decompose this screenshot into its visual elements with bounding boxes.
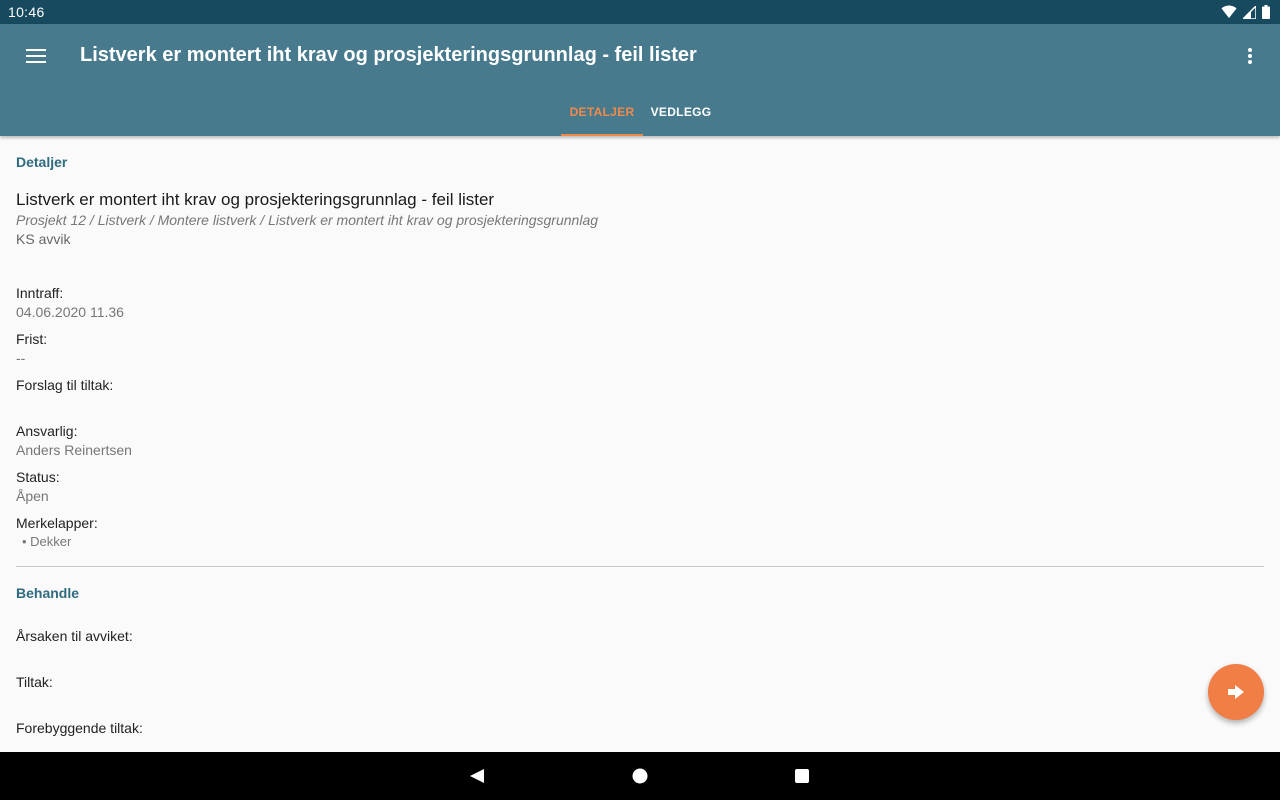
field-label-forslag: Forslag til tiltak: — [16, 377, 114, 393]
field-value-ansvarlig: Anders Reinertsen — [16, 442, 132, 458]
wifi-icon — [1221, 5, 1237, 18]
system-nav-bar — [0, 752, 1280, 800]
section-title-behandle: Behandle — [16, 585, 80, 601]
home-icon — [632, 768, 648, 784]
field-label-inntraff: Inntraff: — [16, 285, 64, 301]
field-value-inntraff: 04.06.2020 11.36 — [16, 304, 124, 320]
field-label-tiltak: Tiltak: — [16, 674, 53, 690]
nav-recents-button[interactable] — [790, 764, 814, 788]
back-icon — [470, 769, 484, 783]
cell-signal-icon — [1243, 5, 1256, 19]
section-divider — [16, 566, 1264, 567]
item-title: Listverk er montert iht krav og prosjekt… — [16, 190, 495, 209]
field-label-frist: Frist: — [16, 331, 48, 347]
details-content: Detaljer Listverk er montert iht krav og… — [0, 136, 1280, 752]
tab-detaljer[interactable]: DETALJER — [561, 88, 643, 136]
field-value-frist: -- — [16, 350, 26, 366]
item-type: KS avvik — [16, 231, 71, 247]
app-bar: Listverk er montert iht krav og prosjekt… — [0, 24, 1280, 136]
more-vert-icon — [1248, 48, 1252, 64]
item-path: Prosjekt 12 / Listverk / Montere listver… — [16, 212, 599, 228]
recents-icon — [795, 769, 809, 783]
overflow-menu-button[interactable] — [1240, 44, 1260, 68]
field-label-arsaken: Årsaken til avviket: — [16, 628, 133, 644]
tag-label: Dekker — [30, 534, 72, 549]
next-fab-button[interactable] — [1208, 664, 1264, 720]
nav-back-button[interactable] — [465, 764, 489, 788]
battery-icon — [1262, 5, 1270, 19]
field-label-ansvarlig: Ansvarlig: — [16, 423, 78, 439]
section-title-detaljer: Detaljer — [16, 154, 68, 170]
page-title: Listverk er montert iht krav og prosjekt… — [80, 44, 697, 66]
hamburger-menu-icon — [26, 49, 46, 63]
menu-button[interactable] — [22, 44, 50, 68]
field-label-forebyggende: Forebyggende tiltak: — [16, 720, 143, 736]
tab-vedlegg[interactable]: VEDLEGG — [643, 88, 719, 136]
status-bar: 10:46 — [0, 0, 1280, 24]
field-label-status: Status: — [16, 469, 60, 485]
field-value-status: Åpen — [16, 488, 49, 504]
tag-item: • Dekker — [22, 534, 72, 549]
system-icons — [1221, 5, 1270, 19]
arrow-forward-icon — [1228, 685, 1244, 699]
field-label-merkelapper: Merkelapper: — [16, 515, 98, 531]
nav-home-button[interactable] — [628, 764, 652, 788]
tab-bar: DETALJER VEDLEGG — [0, 88, 1280, 136]
status-time: 10:46 — [8, 4, 45, 20]
